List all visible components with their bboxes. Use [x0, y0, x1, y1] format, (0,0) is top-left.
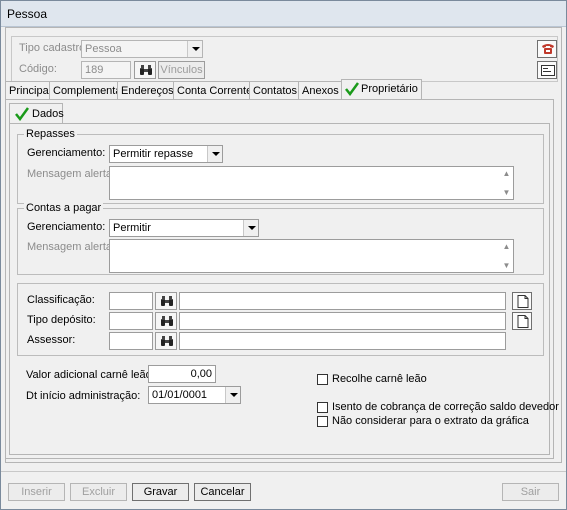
- assessor-code-field[interactable]: [109, 332, 153, 350]
- valor-adicional-value: 0,00: [190, 368, 212, 380]
- repasses-legend: Repasses: [24, 128, 77, 140]
- codigo-field[interactable]: 189: [81, 61, 131, 79]
- contas-gerenciamento-label: Gerenciamento:: [27, 221, 106, 233]
- inserir-button[interactable]: Inserir: [8, 483, 65, 501]
- tab-anexos[interactable]: Anexos: [298, 81, 343, 100]
- check-icon: [15, 107, 29, 121]
- contas-legend: Contas a pagar: [24, 202, 104, 214]
- assessor-label: Assessor:: [27, 334, 76, 346]
- valor-adicional-label: Valor adicional carnê leão:: [26, 369, 155, 381]
- repasses-gerenciamento-label: Gerenciamento:: [27, 147, 106, 159]
- scroll-down-icon[interactable]: ▼: [502, 188, 511, 197]
- sair-button[interactable]: Sair: [502, 483, 559, 501]
- binoculars-icon: [161, 316, 173, 326]
- repasses-gerenciamento-value: Permitir repasse: [113, 148, 194, 160]
- document-icon[interactable]: [512, 312, 532, 330]
- codigo-value: 189: [85, 64, 104, 76]
- tipo-deposito-code-field[interactable]: [109, 312, 153, 330]
- check-icon: [345, 82, 359, 96]
- window-title: Pessoa: [7, 7, 48, 21]
- chevron-down-icon[interactable]: [243, 220, 258, 236]
- subtab-dados[interactable]: Dados: [9, 103, 64, 124]
- contas-gerenciamento-select[interactable]: Permitir: [109, 219, 259, 237]
- dt-inicio-value: 01/01/0001: [152, 389, 208, 401]
- tipo-deposito-label: Tipo depósito:: [27, 314, 96, 326]
- assessor-description-field[interactable]: [179, 332, 506, 350]
- chevron-down-icon[interactable]: [207, 146, 222, 162]
- cancelar-button[interactable]: Cancelar: [194, 483, 251, 501]
- classificacao-label: Classificação:: [27, 294, 95, 306]
- header-box: Tipo cadastro Pessoa Código: 189 Vínculo…: [11, 36, 558, 82]
- tab-principal[interactable]: Principal: [5, 81, 56, 100]
- tipo-deposito-description-field[interactable]: [179, 312, 506, 330]
- dt-inicio-label: Dt início administração:: [26, 390, 141, 402]
- tipo-cadastro-label: Tipo cadastro: [19, 42, 86, 54]
- excluir-button[interactable]: Excluir: [70, 483, 127, 501]
- title-bar: Pessoa: [1, 1, 566, 27]
- tab-conta-corrente[interactable]: Conta Corrente: [173, 81, 257, 100]
- scroll-down-icon[interactable]: ▼: [502, 261, 511, 270]
- footer-separator: [1, 471, 566, 472]
- repasses-mensagem-field[interactable]: ▲ ▼: [109, 166, 514, 200]
- repasses-gerenciamento-select[interactable]: Permitir repasse: [109, 145, 223, 163]
- document-icon[interactable]: [512, 292, 532, 310]
- tab-enderecos[interactable]: Endereços: [117, 81, 178, 100]
- classificacao-code-field[interactable]: [109, 292, 153, 310]
- tipo-cadastro-select[interactable]: Pessoa: [81, 40, 203, 58]
- repasses-mensagem-label: Mensagem alerta:: [27, 168, 116, 180]
- lookups-group: Classificação: Tipo depósito: Assessor:: [17, 283, 544, 356]
- search-tipo-deposito-button[interactable]: [155, 312, 177, 330]
- subtab-dados-label: Dados: [32, 108, 64, 120]
- isento-label: Isento de cobrança de correção saldo dev…: [332, 401, 559, 413]
- scroll-up-icon[interactable]: ▲: [502, 242, 511, 251]
- tipo-cadastro-value: Pessoa: [85, 43, 122, 55]
- contas-mensagem-field[interactable]: ▲ ▼: [109, 239, 514, 273]
- vinculos-button[interactable]: Vínculos: [158, 61, 205, 79]
- binoculars-icon: [161, 336, 173, 346]
- gravar-button[interactable]: Gravar: [132, 483, 189, 501]
- dt-inicio-field[interactable]: 01/01/0001: [148, 386, 241, 404]
- tab-proprietario[interactable]: Proprietário: [341, 79, 422, 100]
- tab-contatos[interactable]: Contatos: [249, 81, 302, 100]
- nao-considerar-label: Não considerar para o extrato da gráfica: [332, 415, 529, 427]
- contas-gerenciamento-value: Permitir: [113, 222, 151, 234]
- dados-panel: Repasses Gerenciamento: Permitir repasse…: [9, 123, 559, 455]
- repasses-group: Repasses Gerenciamento: Permitir repasse…: [17, 128, 544, 204]
- search-assessor-button[interactable]: [155, 332, 177, 350]
- phone-icon[interactable]: [537, 40, 557, 58]
- binoculars-icon: [161, 296, 173, 306]
- valor-adicional-field[interactable]: 0,00: [148, 365, 216, 383]
- recolhe-carne-leao-label: Recolhe carnê leão: [332, 373, 427, 385]
- chevron-down-icon[interactable]: [187, 41, 202, 57]
- contas-group: Contas a pagar Gerenciamento: Permitir M…: [17, 202, 544, 275]
- contas-mensagem-label: Mensagem alerta:: [27, 241, 116, 253]
- nao-considerar-checkbox[interactable]: [317, 416, 328, 427]
- search-classificacao-button[interactable]: [155, 292, 177, 310]
- recolhe-carne-leao-checkbox[interactable]: [317, 374, 328, 385]
- codigo-label: Código:: [19, 63, 57, 75]
- tab-proprietario-label: Proprietário: [361, 83, 418, 95]
- scroll-up-icon[interactable]: ▲: [502, 169, 511, 178]
- proprietario-panel: Dados Repasses Gerenciamento: Permitir r…: [5, 99, 559, 459]
- pessoa-window: Pessoa Tipo cadastro Pessoa Código: 189: [0, 0, 567, 510]
- chevron-down-icon[interactable]: [225, 387, 240, 403]
- classificacao-description-field[interactable]: [179, 292, 506, 310]
- binoculars-icon: [140, 65, 152, 75]
- card-icon[interactable]: [537, 61, 557, 79]
- isento-checkbox[interactable]: [317, 402, 328, 413]
- search-codigo-button[interactable]: [134, 61, 156, 79]
